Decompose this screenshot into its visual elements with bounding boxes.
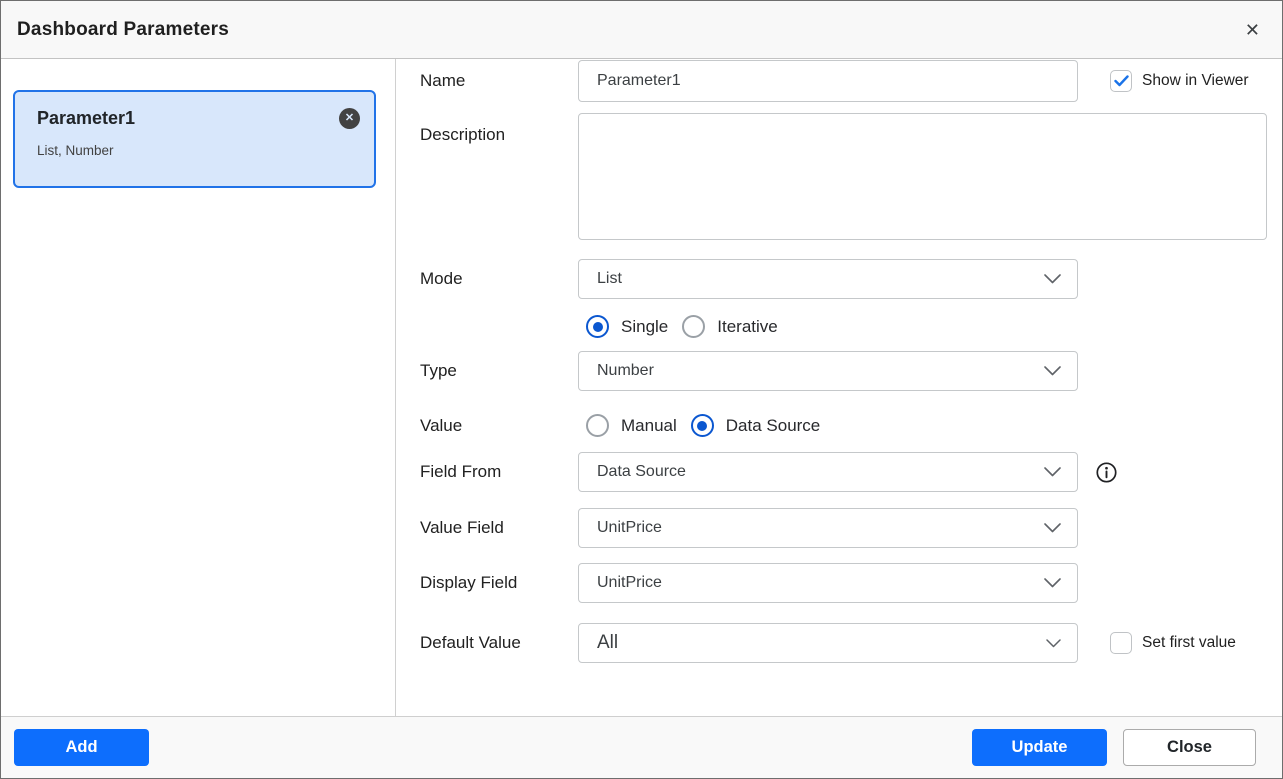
value-field-dropdown-value: UnitPrice xyxy=(597,519,1044,537)
dialog-body: Parameter1 ✕ List, Number Name Show xyxy=(1,59,1282,716)
field-from-dropdown-value: Data Source xyxy=(597,463,1044,481)
display-field-label: Display Field xyxy=(420,573,578,593)
type-dropdown-value: Number xyxy=(597,362,1044,380)
mode-label: Mode xyxy=(420,269,578,289)
default-value-label: Default Value xyxy=(420,633,578,653)
chevron-down-icon xyxy=(1046,639,1061,648)
manual-radio[interactable] xyxy=(586,414,609,437)
single-radio[interactable] xyxy=(586,315,609,338)
iterative-radio-label[interactable]: Iterative xyxy=(717,317,777,337)
parameter-form: Name Show in Viewer Description xyxy=(396,59,1282,716)
chevron-down-icon xyxy=(1044,467,1061,477)
data-source-radio-label[interactable]: Data Source xyxy=(726,416,821,436)
set-first-value-checkbox[interactable] xyxy=(1110,632,1132,654)
dialog-footer: Add Update Close xyxy=(1,716,1282,778)
field-from-dropdown[interactable]: Data Source xyxy=(578,452,1078,492)
iterative-radio[interactable] xyxy=(682,315,705,338)
set-first-value-label: Set first value xyxy=(1142,634,1236,652)
close-button[interactable]: Close xyxy=(1123,729,1256,766)
dialog-header: Dashboard Parameters ✕ xyxy=(1,1,1282,59)
value-field-label: Value Field xyxy=(420,518,578,538)
default-value-dropdown-value: All xyxy=(597,632,1046,654)
info-icon[interactable] xyxy=(1096,462,1117,483)
chevron-down-icon xyxy=(1044,274,1061,284)
dialog-title: Dashboard Parameters xyxy=(17,19,229,41)
default-value-dropdown[interactable]: All xyxy=(578,623,1078,663)
chevron-down-icon xyxy=(1044,578,1061,588)
manual-radio-label[interactable]: Manual xyxy=(621,416,677,436)
mode-dropdown[interactable]: List xyxy=(578,259,1078,299)
update-button[interactable]: Update xyxy=(972,729,1107,766)
chevron-down-icon xyxy=(1044,523,1061,533)
show-in-viewer-checkbox[interactable] xyxy=(1110,70,1132,92)
remove-parameter-icon[interactable]: ✕ xyxy=(339,108,360,129)
display-field-dropdown[interactable]: UnitPrice xyxy=(578,563,1078,603)
data-source-radio[interactable] xyxy=(691,414,714,437)
show-in-viewer-control[interactable]: Show in Viewer xyxy=(1110,70,1249,92)
parameter-card-subtitle: List, Number xyxy=(37,143,360,158)
value-label: Value xyxy=(420,416,578,436)
value-source-radios: Manual Data Source xyxy=(578,414,820,437)
dialog-close-icon[interactable]: ✕ xyxy=(1239,17,1266,43)
description-textarea[interactable] xyxy=(578,113,1267,240)
type-label: Type xyxy=(420,361,578,381)
type-dropdown[interactable]: Number xyxy=(578,351,1078,391)
chevron-down-icon xyxy=(1044,366,1061,376)
name-label: Name xyxy=(420,71,578,91)
parameter-card-title: Parameter1 xyxy=(37,108,135,129)
dashboard-parameters-dialog: Dashboard Parameters ✕ Parameter1 ✕ List… xyxy=(0,0,1283,779)
show-in-viewer-label: Show in Viewer xyxy=(1142,72,1249,90)
name-input[interactable] xyxy=(578,60,1078,102)
parameter-card[interactable]: Parameter1 ✕ List, Number xyxy=(13,90,376,188)
value-field-dropdown[interactable]: UnitPrice xyxy=(578,508,1078,548)
display-field-dropdown-value: UnitPrice xyxy=(597,574,1044,592)
mode-variant-radios: Single Iterative xyxy=(578,315,778,338)
field-from-label: Field From xyxy=(420,462,578,482)
description-label: Description xyxy=(420,113,578,145)
add-button[interactable]: Add xyxy=(14,729,149,766)
set-first-value-control[interactable]: Set first value xyxy=(1110,632,1236,654)
checkmark-icon xyxy=(1114,75,1129,87)
mode-dropdown-value: List xyxy=(597,270,1044,288)
single-radio-label[interactable]: Single xyxy=(621,317,668,337)
parameter-list-panel: Parameter1 ✕ List, Number xyxy=(1,59,396,716)
